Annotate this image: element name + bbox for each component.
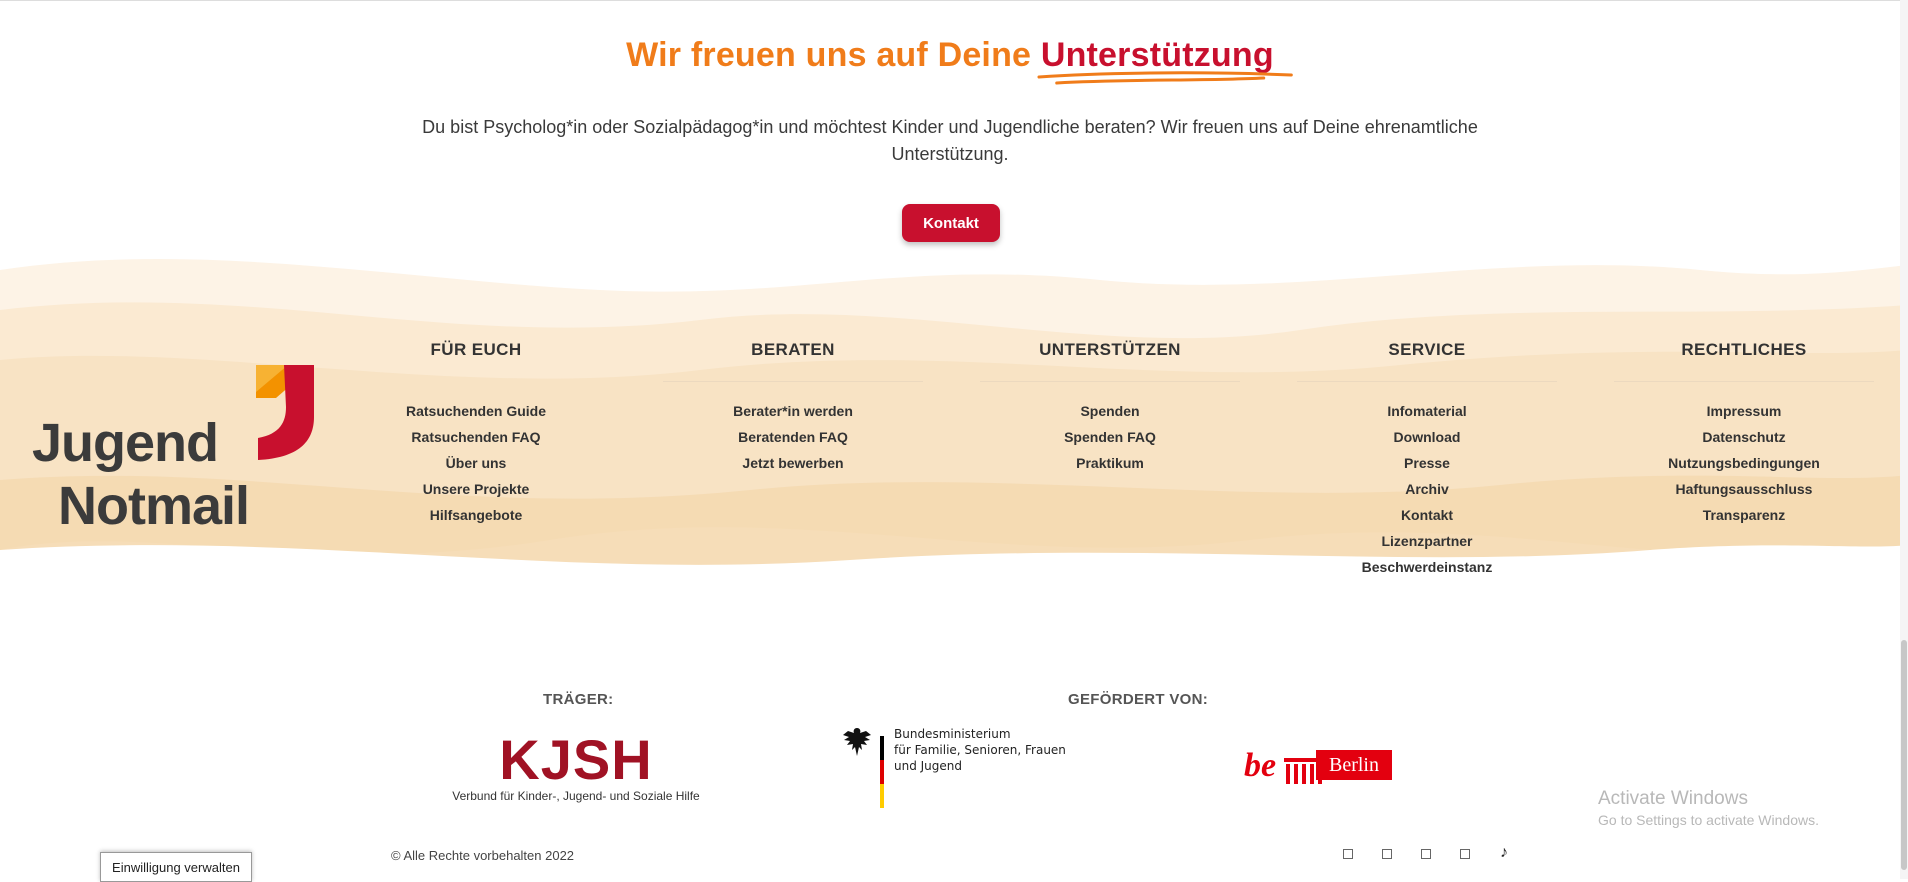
bmfsfj-logo[interactable]: Bundesministerium für Familie, Senioren,… [840,726,1080,812]
footer-link-kontakt[interactable]: Kontakt [1297,506,1557,532]
kjsh-logo-subtitle: Verbund für Kinder-, Jugend- und Soziale… [452,789,700,803]
footer-link-download[interactable]: Download [1297,428,1557,454]
footer-column-title: FÜR EUCH [430,340,522,359]
footer-link-spenden[interactable]: Spenden [980,402,1240,428]
berlin-logo-be: be [1244,747,1277,784]
scrollbar-thumb[interactable] [1901,640,1907,870]
footer-link-impressum[interactable]: Impressum [1614,402,1874,428]
gefoerdert-label: GEFÖRDERT VON: [1068,691,1209,708]
cta-intro-text: Du bist Psycholog*in oder Sozialpädagog*… [422,117,1478,164]
footer-column-beraten: BERATEN Berater*in werden Beratenden FAQ… [663,340,923,480]
footer-column-title: RECHTLICHES [1681,340,1807,359]
footer-link-beratenden-faq[interactable]: Beratenden FAQ [663,428,923,454]
footer-column-fuer-euch: FÜR EUCH Ratsuchenden Guide Ratsuchenden… [346,340,606,532]
footer-column-divider [663,381,923,382]
activate-title: Activate Windows [1598,788,1748,809]
logo-text-notmail: Notmail [58,476,250,536]
logo-quote-mark-icon [256,365,314,460]
footer-column-divider [1297,381,1557,382]
logo-text-jugend: Jugend [32,413,219,473]
kjsh-logo[interactable]: KJSH Verbund für Kinder-, Jugend- und So… [436,728,716,804]
bmfsfj-line: für Familie, Senioren, Frauen [894,743,1066,757]
berlin-logo[interactable]: be Berlin [1244,748,1394,788]
windows-activation-watermark: Activate Windows Go to Settings to activ… [1598,788,1819,828]
activate-subtitle: Go to Settings to activate Windows. [1598,812,1819,828]
contact-button[interactable]: Kontakt [902,204,1000,242]
cta-headline: Wir freuen uns auf Deine Unterstützung [0,36,1900,85]
footer-column-rechtliches: RECHTLICHES Impressum Datenschutz Nutzun… [1614,340,1874,532]
footer-column-divider [1614,381,1874,382]
footer-link-infomaterial[interactable]: Infomaterial [1297,402,1557,428]
footer-link-datenschutz[interactable]: Datenschutz [1614,428,1874,454]
traeger-label: TRÄGER: [543,691,614,708]
brush-underline-icon [1037,71,1293,85]
consent-manage-button[interactable]: Einwilligung verwalten [100,852,252,882]
footer-link-unsere-projekte[interactable]: Unsere Projekte [346,480,606,506]
facebook-icon[interactable] [1338,848,1358,863]
bmfsfj-logo-text: Bundesministerium für Familie, Senioren,… [894,726,1066,774]
footer-link-haftungsausschluss[interactable]: Haftungsausschluss [1614,480,1874,506]
youtube-icon[interactable] [1455,848,1475,863]
twitter-icon[interactable] [1416,848,1436,863]
footer-link-jetzt-bewerben[interactable]: Jetzt bewerben [663,454,923,480]
footer-link-berater-werden[interactable]: Berater*in werden [663,402,923,428]
jugend-notmail-logo[interactable]: Jugend Notmail [28,362,314,536]
instagram-icon[interactable] [1377,848,1397,863]
footer-column-title: BERATEN [751,340,835,359]
tiktok-icon[interactable]: ♪ [1494,844,1514,862]
berlin-logo-name: Berlin [1316,750,1392,780]
bmfsfj-line: und Jugend [894,759,963,773]
federal-eagle-icon [843,728,871,756]
footer-column-service: SERVICE Infomaterial Download Presse Arc… [1297,340,1557,584]
footer-column-title: SERVICE [1388,340,1466,359]
cta-headline-highlight: Unterstützung [1037,36,1293,85]
footer-link-beschwerdeinstanz[interactable]: Beschwerdeinstanz [1297,558,1557,584]
footer-link-hilfsangebote[interactable]: Hilfsangebote [346,506,606,532]
footer-link-transparenz[interactable]: Transparenz [1614,506,1874,532]
cta-headline-prefix: Wir freuen uns auf Deine [626,36,1032,74]
kjsh-logo-name: KJSH [499,728,653,791]
bmfsfj-line: Bundesministerium [894,727,1011,741]
footer-link-ueber-uns[interactable]: Über uns [346,454,606,480]
footer-link-nutzungsbedingungen[interactable]: Nutzungsbedingungen [1614,454,1874,480]
copyright-text: © Alle Rechte vorbehalten 2022 [391,848,575,863]
footer-column-title: UNTERSTÜTZEN [1039,340,1181,359]
page-scrollbar[interactable] [1900,0,1908,879]
footer-link-ratsuchenden-guide[interactable]: Ratsuchenden Guide [346,402,606,428]
footer-column-unterstuetzen: UNTERSTÜTZEN Spenden Spenden FAQ Praktik… [980,340,1240,480]
german-flag-bar [880,736,884,808]
footer-link-archiv[interactable]: Archiv [1297,480,1557,506]
footer-column-divider [980,381,1240,382]
footer-link-lizenzpartner[interactable]: Lizenzpartner [1297,532,1557,558]
footer-link-presse[interactable]: Presse [1297,454,1557,480]
top-divider [0,0,1908,1]
footer-link-ratsuchenden-faq[interactable]: Ratsuchenden FAQ [346,428,606,454]
footer-link-praktikum[interactable]: Praktikum [980,454,1240,480]
footer-link-spenden-faq[interactable]: Spenden FAQ [980,428,1240,454]
